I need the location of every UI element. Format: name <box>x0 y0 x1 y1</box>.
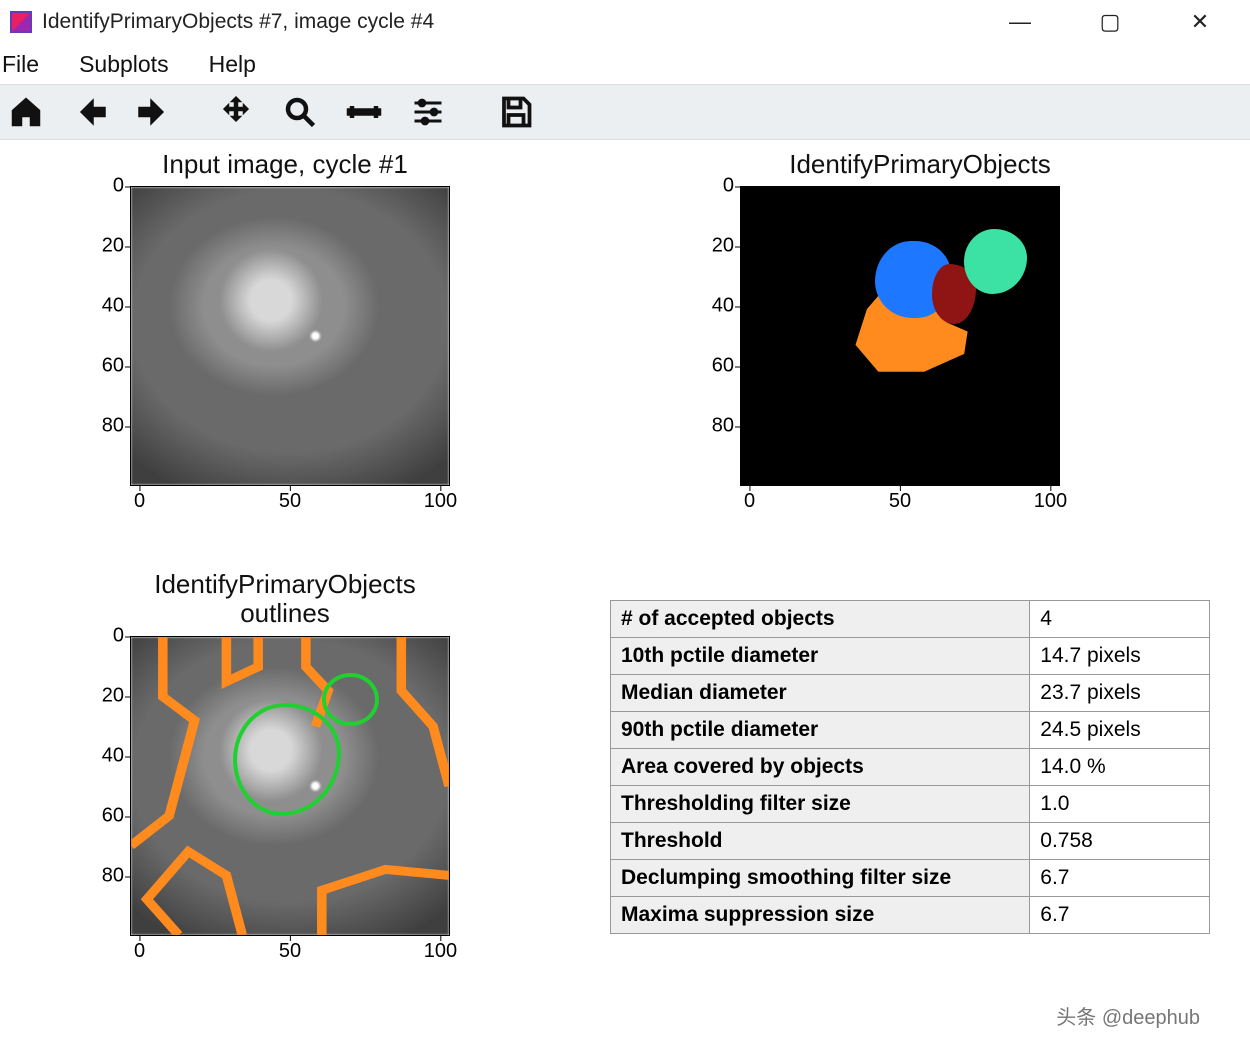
table-row: Thresholding filter size1.0 <box>611 786 1210 823</box>
outline-green <box>322 673 379 727</box>
object-teal <box>964 229 1028 295</box>
ytick: 60 <box>102 355 124 378</box>
window-title: IdentifyPrimaryObjects #7, image cycle #… <box>42 10 434 34</box>
menu-help[interactable]: Help <box>209 51 256 78</box>
toolbar <box>0 84 1250 140</box>
menubar: File Subplots Help <box>0 44 1250 84</box>
table-row: Declumping smoothing filter size6.7 <box>611 860 1210 897</box>
app-icon <box>10 11 32 33</box>
xtick: 100 <box>424 490 457 513</box>
plot-title: IdentifyPrimaryObjects outlines <box>0 570 570 627</box>
xtick: 50 <box>279 490 301 513</box>
outlines-image <box>131 637 449 935</box>
plot-title: IdentifyPrimaryObjects <box>610 150 1230 179</box>
ytick: 20 <box>102 235 124 258</box>
forward-icon[interactable] <box>134 92 174 132</box>
table-row: Median diameter23.7 pixels <box>611 675 1210 712</box>
ytick: 0 <box>113 175 124 198</box>
titlebar: IdentifyPrimaryObjects #7, image cycle #… <box>0 0 1250 44</box>
ytick: 0 <box>723 175 734 198</box>
plot-identify-objects[interactable]: IdentifyPrimaryObjects 0 20 40 60 80 0 5… <box>610 150 1230 570</box>
table-row: Maxima suppression size6.7 <box>611 897 1210 934</box>
axis-config-icon[interactable] <box>344 92 384 132</box>
ytick: 80 <box>712 415 734 438</box>
xtick: 50 <box>279 940 301 963</box>
plot-title: Input image, cycle #1 <box>0 150 570 179</box>
subplot-config-icon[interactable] <box>408 92 448 132</box>
ytick: 60 <box>102 805 124 828</box>
save-icon[interactable] <box>496 92 536 132</box>
segmented-image <box>741 187 1059 485</box>
xtick: 0 <box>744 490 755 513</box>
xtick: 0 <box>134 940 145 963</box>
table-row: 90th pctile diameter24.5 pixels <box>611 712 1210 749</box>
plot-outlines[interactable]: IdentifyPrimaryObjects outlines 0 <box>0 570 570 1040</box>
table-row: Threshold0.758 <box>611 823 1210 860</box>
xtick: 100 <box>424 940 457 963</box>
table-row: 10th pctile diameter14.7 pixels <box>611 638 1210 675</box>
home-icon[interactable] <box>6 92 46 132</box>
xtick: 100 <box>1034 490 1067 513</box>
table-row: Area covered by objects14.0 % <box>611 749 1210 786</box>
ytick: 40 <box>102 295 124 318</box>
plot-input-image[interactable]: Input image, cycle #1 0 20 40 60 80 0 50… <box>0 150 570 570</box>
minimize-button[interactable]: — <box>1000 9 1040 35</box>
menu-file[interactable]: File <box>2 51 39 78</box>
ytick: 80 <box>102 865 124 888</box>
ytick: 0 <box>113 625 124 648</box>
table-row: # of accepted objects4 <box>611 601 1210 638</box>
watermark: 头条 @deephub <box>1056 1001 1200 1030</box>
xtick: 0 <box>134 490 145 513</box>
ytick: 20 <box>102 685 124 708</box>
maximize-button[interactable]: ▢ <box>1090 9 1130 35</box>
pan-icon[interactable] <box>216 92 256 132</box>
input-image <box>131 187 449 485</box>
ytick: 60 <box>712 355 734 378</box>
stats-panel: # of accepted objects4 10th pctile diame… <box>610 570 1230 1040</box>
ytick: 40 <box>712 295 734 318</box>
ytick: 80 <box>102 415 124 438</box>
xtick: 50 <box>889 490 911 513</box>
zoom-icon[interactable] <box>280 92 320 132</box>
back-icon[interactable] <box>70 92 110 132</box>
stats-table: # of accepted objects4 10th pctile diame… <box>610 600 1210 934</box>
ytick: 40 <box>102 745 124 768</box>
close-button[interactable]: ✕ <box>1180 9 1220 35</box>
menu-subplots[interactable]: Subplots <box>79 51 169 78</box>
ytick: 20 <box>712 235 734 258</box>
